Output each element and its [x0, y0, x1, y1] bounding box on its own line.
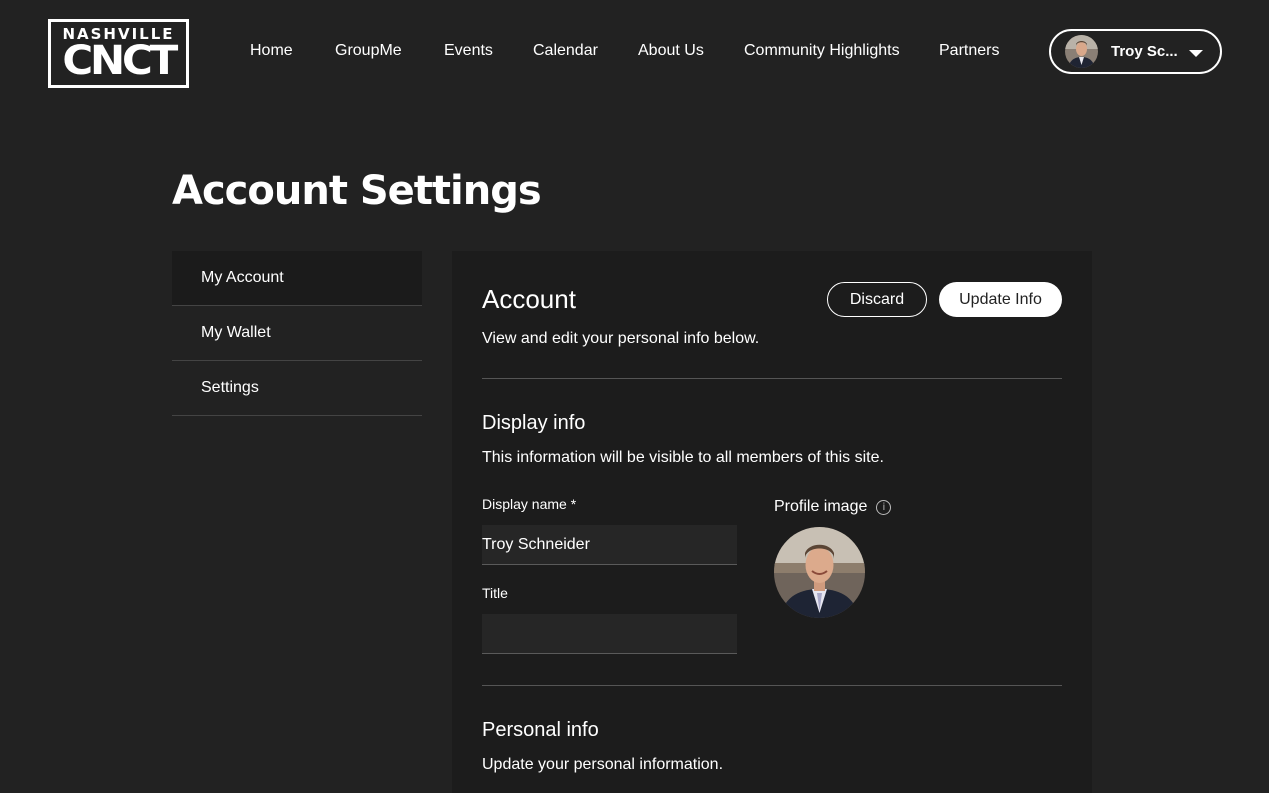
user-avatar-icon — [1065, 35, 1098, 68]
logo-main-text: CNCT — [62, 37, 178, 84]
profile-image-label: Profile image i — [774, 498, 892, 516]
account-title: Account — [482, 284, 576, 314]
caret-down-icon — [1189, 50, 1203, 57]
nav-groupme[interactable]: GroupMe — [335, 42, 402, 60]
display-info-title: Display info — [482, 412, 586, 434]
account-card: Account Discard Update Info View and edi… — [452, 251, 1092, 793]
nav-community-highlights[interactable]: Community Highlights — [744, 42, 900, 60]
display-name-label: Display name * — [482, 496, 577, 512]
page-title: Account Settings — [172, 168, 542, 214]
user-name: Troy Sc... — [1111, 43, 1178, 60]
sidebar-item-settings[interactable]: Settings — [172, 361, 422, 416]
display-info-subtitle: This information will be visible to all … — [482, 449, 884, 466]
settings-sidebar: My Account My Wallet Settings — [172, 251, 422, 416]
update-info-button[interactable]: Update Info — [939, 282, 1062, 317]
profile-image[interactable] — [774, 527, 865, 618]
title-label: Title — [482, 585, 508, 601]
nav-events[interactable]: Events — [444, 42, 493, 60]
site-logo[interactable]: NASHVILLE CNCT — [48, 19, 189, 88]
profile-image-label-text: Profile image — [774, 498, 868, 515]
sidebar-item-my-wallet[interactable]: My Wallet — [172, 306, 422, 361]
user-menu-button[interactable]: Troy Sc... — [1049, 29, 1222, 74]
sidebar-item-my-account[interactable]: My Account — [172, 251, 422, 306]
personal-info-subtitle: Update your personal information. — [482, 756, 724, 773]
sidebar-item-label: My Account — [201, 269, 284, 286]
info-icon[interactable]: i — [876, 499, 892, 515]
divider — [482, 378, 1062, 379]
divider — [482, 685, 1062, 686]
sidebar-item-label: Settings — [201, 379, 259, 396]
account-settings-page: NASHVILLE CNCT Home GroupMe Events Calen… — [0, 0, 1269, 793]
display-name-field[interactable] — [482, 525, 737, 565]
discard-button[interactable]: Discard — [827, 282, 927, 317]
nav-partners[interactable]: Partners — [939, 42, 999, 60]
nav-home[interactable]: Home — [250, 42, 293, 60]
title-field[interactable] — [482, 614, 737, 654]
personal-info-title: Personal info — [482, 719, 599, 741]
nav-about-us[interactable]: About Us — [638, 42, 704, 60]
account-subtitle: View and edit your personal info below. — [482, 330, 760, 347]
nav-calendar[interactable]: Calendar — [533, 42, 598, 60]
sidebar-item-label: My Wallet — [201, 324, 271, 341]
